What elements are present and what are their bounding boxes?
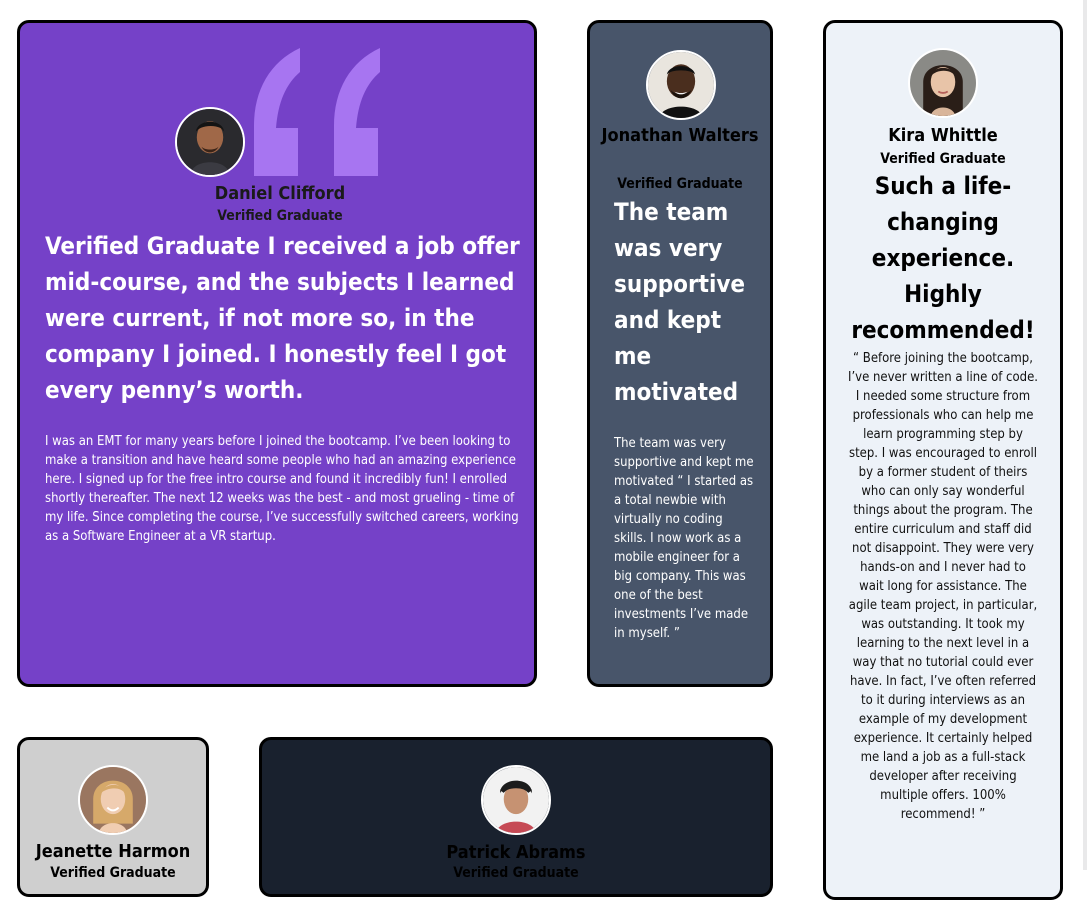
- reviewer-name: Jeanette Harmon: [35, 841, 191, 862]
- testimonial-card-patrick: Patrick Abrams Verified Graduate: [259, 737, 773, 897]
- testimonial-card-jeanette: Jeanette Harmon Verified Graduate: [17, 737, 209, 897]
- testimonial-body: “ Before joining the bootcamp, I’ve neve…: [848, 351, 1038, 822]
- testimonial-body: The team was very supportive and kept me…: [614, 436, 754, 641]
- reviewer-role: Verified Graduate: [50, 865, 176, 881]
- reviewer-role: Verified Graduate: [217, 208, 343, 224]
- testimonial-card-daniel: Daniel Clifford Verified Graduate Verifi…: [17, 20, 537, 687]
- testimonial-body: I was an EMT for many years before I joi…: [45, 434, 519, 544]
- reviewer-name: Jonathan Walters: [601, 125, 759, 146]
- reviewer-name: Patrick Abrams: [446, 842, 586, 863]
- reviewer-role: Verified Graduate: [617, 176, 743, 192]
- reviewer-name: Kira Whittle: [888, 125, 998, 146]
- quote-mark-icon: [254, 48, 380, 176]
- avatar-patrick: [481, 765, 551, 835]
- testimonial-headline: The team was very supportive and kept me…: [614, 198, 746, 406]
- testimonial-headline: Such a life-changing experience. Highly …: [851, 172, 1035, 344]
- testimonial-card-kira: Kira Whittle Verified Graduate Such a li…: [823, 20, 1063, 900]
- testimonial-headline: Verified Graduate I received a job offer…: [45, 232, 520, 404]
- avatar-jonathan: [646, 50, 716, 120]
- reviewer-role: Verified Graduate: [453, 865, 579, 881]
- avatar-kira: [908, 48, 978, 118]
- page-scrollbar[interactable]: [1083, 0, 1087, 870]
- reviewer-role: Verified Graduate: [880, 151, 1006, 167]
- reviewer-name: Daniel Clifford: [214, 183, 346, 204]
- testimonial-card-jonathan: Jonathan Walters Verified Graduate The t…: [587, 20, 773, 687]
- avatar-jeanette: [78, 765, 148, 835]
- avatar-daniel: [175, 107, 245, 177]
